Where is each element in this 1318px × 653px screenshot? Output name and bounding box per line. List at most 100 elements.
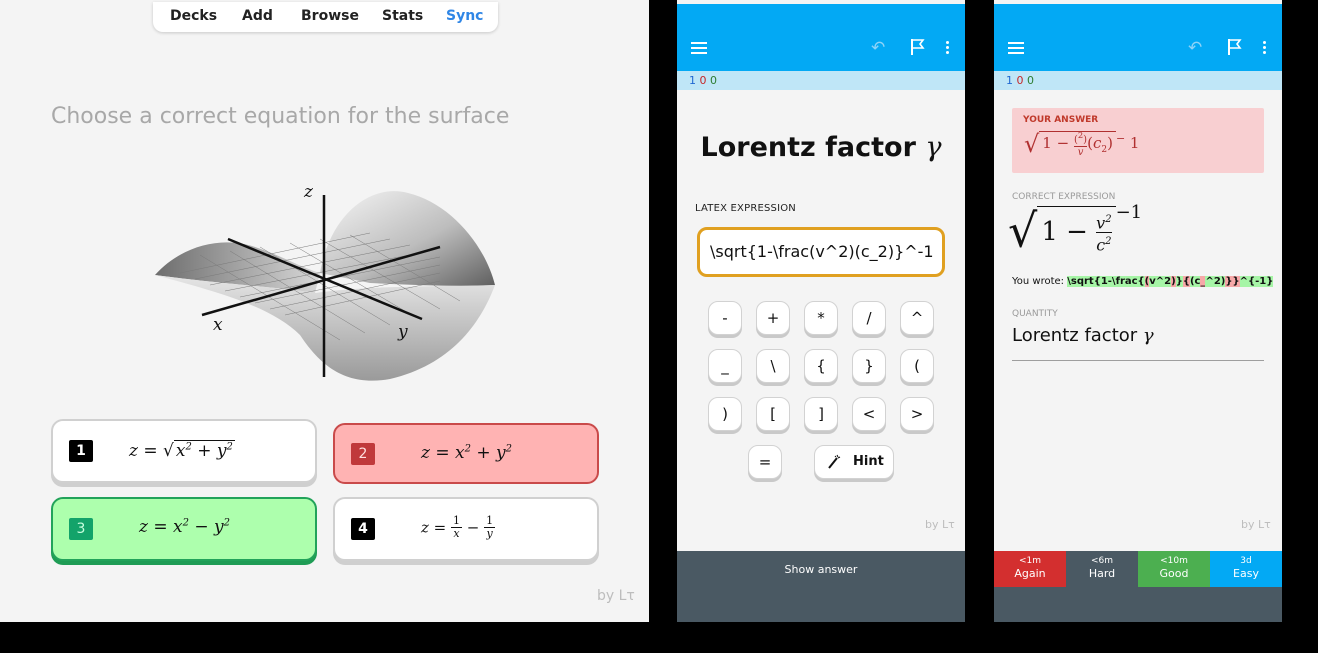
review-count: 0 [710,74,717,87]
option-4-card[interactable]: 4 z = 1x − 1y [333,497,599,561]
key-underscore[interactable]: _ [708,349,742,383]
key-less-than[interactable]: < [852,397,886,431]
undo-icon[interactable]: ↶ [1188,38,1202,58]
x-axis-label: x [213,315,223,335]
hint-label: Hint [853,454,884,469]
overflow-menu-icon[interactable] [1263,41,1267,56]
divider [1012,360,1264,361]
new-count: 1 [689,74,696,87]
bottom-bar [994,587,1282,622]
key-backslash[interactable]: \ [756,349,790,383]
card-title: Lorentz factor γ [677,132,965,163]
your-answer-label: YOUR ANSWER [1023,115,1099,125]
option-4-number: 4 [351,518,375,540]
latex-expression-label: LATEX EXPRESSION [695,203,796,214]
footer-credit: by Lτ [1241,518,1271,531]
diff-segment: ^{-1} [1239,276,1274,287]
quantity-value-text: Lorentz factor [1012,325,1138,346]
key-minus[interactable]: - [708,301,742,335]
diff-segment: (c [1189,276,1201,287]
key-multiply[interactable]: * [804,301,838,335]
undo-icon[interactable]: ↶ [871,38,885,58]
key-plus[interactable]: + [756,301,790,335]
correct-expression-formula: √ 1 − v2 c2 −1 [1008,202,1143,258]
key-close-bracket[interactable]: ] [804,397,838,431]
show-answer-bar[interactable]: Show answer [677,551,965,622]
key-close-paren[interactable]: ) [708,397,742,431]
option-1-card[interactable]: 1 z = √ x2 + y2 [51,419,317,483]
learn-count: 0 [1016,74,1024,87]
card-counts: 1 0 0 [994,71,1282,90]
key-divide[interactable]: / [852,301,886,335]
overflow-menu-icon[interactable] [946,41,950,56]
you-wrote-label: You wrote: [1012,276,1065,287]
key-equals[interactable]: = [748,445,782,479]
again-interval: <1m [1018,556,1042,566]
footer-credit: by Lτ [597,588,635,604]
good-interval: <10m [1160,556,1188,566]
key-close-brace[interactable]: } [852,349,886,383]
key-open-brace[interactable]: { [804,349,838,383]
tab-decks[interactable]: Decks [170,8,217,24]
tab-sync[interactable]: Sync [446,8,483,24]
key-caret[interactable]: ^ [900,301,934,335]
diff-segment: { [1182,276,1190,287]
gamma-symbol: γ [925,132,942,163]
diff-segment: }} [1225,276,1240,287]
hard-button[interactable]: <6m Hard [1066,551,1138,587]
your-answer-box: YOUR ANSWER √ 1 − (2) v (c2) − 1 [1012,108,1264,173]
diff-segment: ) [1171,276,1176,287]
question-text: Choose a correct equation for the surfac… [51,104,510,129]
option-1-formula: z = √ x2 + y2 [129,440,235,461]
hamburger-menu-icon[interactable] [691,42,707,54]
option-1-number: 1 [69,440,93,462]
you-wrote-line: You wrote: \sqrt{1-\frac{(v^2)}{(c_^2)}}… [1012,276,1274,287]
option-4-formula: z = 1x − 1y [421,514,496,540]
app-bar: ↶ [677,4,965,71]
option-2-formula: z = x2 + y2 [421,443,513,463]
footer-credit: by Lτ [925,518,955,531]
key-open-paren[interactable]: ( [900,349,934,383]
good-label: Good [1159,567,1189,580]
tab-add[interactable]: Add [242,8,273,24]
key-open-bracket[interactable]: [ [756,397,790,431]
key-greater-than[interactable]: > [900,397,934,431]
latex-expression-input[interactable]: \sqrt{1-\frac(v^2)(c_2)}^-1 [697,227,945,277]
correct-expression-label: CORRECT EXPRESSION [1012,192,1116,202]
option-3-card[interactable]: 3 z = x2 − y2 [51,497,317,561]
again-button[interactable]: <1m Again [994,551,1066,587]
good-button[interactable]: <10m Good [1138,551,1210,587]
hard-interval: <6m [1090,556,1114,566]
option-2-number: 2 [351,443,375,465]
card-counts: 1 0 0 [677,71,965,90]
phone-question-screen: ↶ 1 0 0 Lorentz factor γ LATEX EXPRESSIO… [677,0,965,622]
diff-segment: \sqrt{1-\frac{ [1067,276,1145,287]
your-answer-formula: √ 1 − (2) v (c2) − 1 [1024,130,1140,158]
top-tab-bar: Decks Add Browse Stats Sync [153,2,498,32]
review-count: 0 [1027,74,1034,87]
quantity-value: Lorentz factor γ [1012,325,1154,346]
magic-wand-icon [827,446,841,478]
option-3-formula: z = x2 − y2 [139,517,231,537]
flag-icon[interactable] [909,38,925,56]
diff-segment: v^2 [1149,276,1172,287]
option-2-card[interactable]: 2 z = x2 + y2 [333,423,599,484]
option-3-number: 3 [69,518,93,540]
quantity-label: QUANTITY [1012,309,1058,319]
y-axis-label: y [397,322,408,342]
easy-interval: 3d [1240,556,1252,566]
new-count: 1 [1006,74,1013,87]
tab-stats[interactable]: Stats [382,8,423,24]
show-answer-button[interactable]: Show answer [677,563,965,576]
phone-answer-screen: ↶ 1 0 0 YOUR ANSWER √ 1 − (2) v (c2) − 1 COR… [994,0,1282,622]
flag-icon[interactable] [1226,38,1242,56]
again-label: Again [1014,567,1046,580]
z-axis-label: z [303,182,314,202]
hint-button[interactable]: Hint [814,445,894,479]
diff-segment: } [1175,276,1183,287]
tab-browse[interactable]: Browse [301,8,359,24]
diff-segment: ^2) [1205,276,1226,287]
hamburger-menu-icon[interactable] [1008,42,1024,54]
easy-button[interactable]: 3d Easy [1210,551,1282,587]
hard-label: Hard [1088,567,1116,580]
